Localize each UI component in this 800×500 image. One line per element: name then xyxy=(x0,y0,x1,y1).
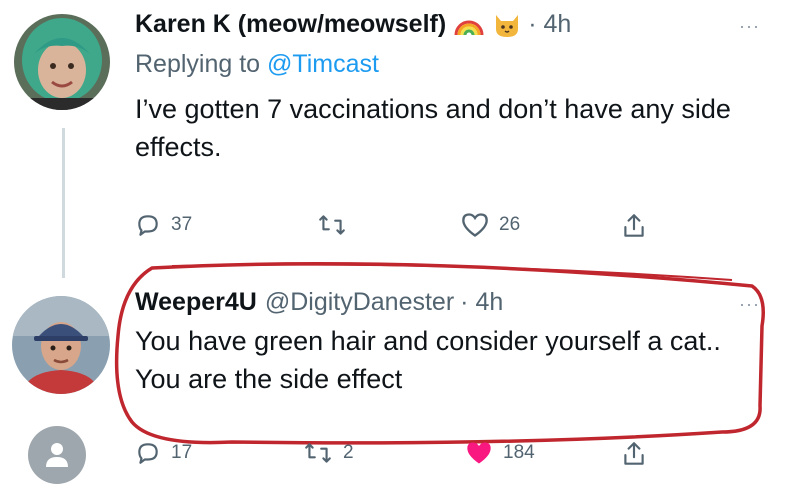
reply-count: 37 xyxy=(171,214,193,235)
retweet-button[interactable]: 2 xyxy=(303,440,354,466)
tweet-time[interactable]: · 4h xyxy=(528,8,571,40)
replying-to: Replying to @Timcast xyxy=(135,50,379,78)
mention-link[interactable]: @Timcast xyxy=(267,50,379,78)
share-icon xyxy=(624,442,644,465)
retweet-count: 2 xyxy=(343,442,354,463)
like-button[interactable]: 184 xyxy=(465,440,535,466)
author-handle[interactable]: @DigityDanester xyxy=(265,286,454,318)
rainbow-emoji xyxy=(454,9,484,39)
tweet-text: You have green hair and consider yoursel… xyxy=(135,326,721,394)
reply-count: 17 xyxy=(171,442,193,463)
more-options-icon[interactable]: ··· xyxy=(739,294,760,315)
reply-button[interactable]: 37 xyxy=(135,212,192,238)
more-options-icon[interactable]: ··· xyxy=(739,16,760,37)
tweet-time[interactable]: · 4h xyxy=(460,286,503,318)
weeper-avatar[interactable] xyxy=(12,296,110,394)
reply-icon xyxy=(138,443,158,464)
retweet-icon xyxy=(319,215,345,235)
tweet-weeper[interactable]: Weeper4U @DigityDanester · 4h ··· You ha… xyxy=(135,286,780,398)
share-button[interactable] xyxy=(621,440,657,468)
user-icon xyxy=(46,443,68,467)
retweet-icon xyxy=(305,443,331,463)
retweet-button[interactable] xyxy=(317,212,357,238)
share-button[interactable] xyxy=(621,212,657,240)
share-icon xyxy=(624,214,644,237)
cat-emoji xyxy=(492,9,522,39)
tweet-header: Weeper4U @DigityDanester · 4h xyxy=(135,286,780,318)
tweet-header: Karen K (meow/meowself) · 4h xyxy=(135,8,780,40)
thread-connector xyxy=(62,128,65,278)
author-name[interactable]: Weeper4U xyxy=(135,286,257,318)
heart-filled-icon xyxy=(467,442,491,464)
karen-avatar[interactable] xyxy=(14,14,110,110)
reply-icon xyxy=(138,215,158,236)
like-count: 26 xyxy=(499,214,521,235)
like-count: 184 xyxy=(503,442,535,463)
heart-icon xyxy=(462,213,488,237)
tweet-karen[interactable]: Karen K (meow/meowself) · 4h ··· Replyin… xyxy=(135,8,780,166)
default-user-avatar[interactable] xyxy=(28,426,86,484)
reply-button[interactable]: 17 xyxy=(135,440,192,466)
like-button[interactable]: 26 xyxy=(461,212,520,238)
tweet-text: I’ve gotten 7 vaccinations and don’t hav… xyxy=(135,94,731,162)
author-name[interactable]: Karen K (meow/meowself) xyxy=(135,8,446,40)
